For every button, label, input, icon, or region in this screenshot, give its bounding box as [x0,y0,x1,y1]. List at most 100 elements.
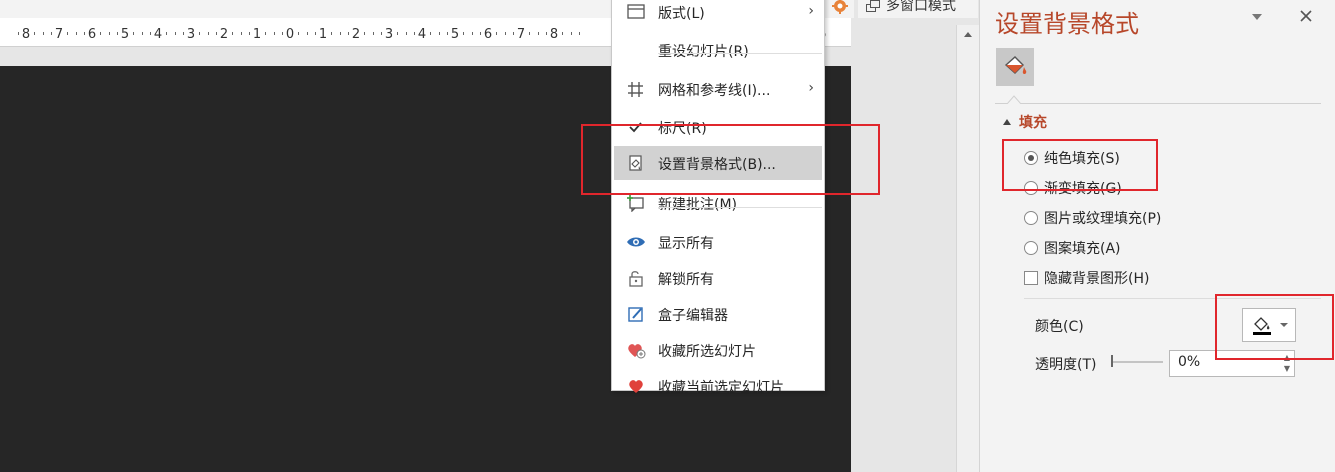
multi-window-mode-button[interactable]: 多窗口模式 [858,0,978,18]
pattern-fill-label: 图案填充(A) [1044,241,1121,257]
context-menu-item-label: 收藏当前选定幻灯片 [658,380,784,396]
ruler-number: 2 [351,27,361,42]
ruler-tick [141,32,143,35]
ruler-tick [380,32,382,35]
ruler-tick [207,32,209,35]
context-menu-item-label: 收藏所选幻灯片 [658,344,756,360]
ruler-tick [496,32,498,35]
context-menu-item[interactable]: 解锁所有 [612,261,824,295]
menu-separator [658,53,822,54]
ruler-tick [199,32,201,35]
ruler-tick [133,32,135,35]
ruler-tick [215,32,217,35]
ruler-tick [174,32,176,35]
ruler-tick [34,32,36,35]
scroll-up-arrow-icon[interactable] [961,27,975,41]
ruler-number: 3 [384,27,394,42]
context-menu-item[interactable]: 收藏当前选定幻灯片 [612,369,824,403]
pane-options-chevron-down-icon[interactable] [1250,12,1264,22]
ruler-tick [314,32,316,35]
menu-separator [658,207,822,208]
close-icon[interactable] [1299,9,1313,23]
edit-icon [628,307,643,322]
ruler-number: 8 [21,27,31,42]
eye-icon [627,237,645,247]
pattern-fill-radio[interactable] [1024,241,1038,255]
context-menu-item[interactable]: 收藏所选幻灯片 [612,333,824,367]
context-menu-item-label: 新建批注(M) [658,197,738,213]
transparency-slider-handle[interactable] [1111,355,1113,367]
heart-icon [629,380,643,393]
ruler-tick [405,32,407,35]
context-menu-item[interactable]: 盒子编辑器 [612,297,824,331]
context-menu-item-label: 重设幻灯片(R) [658,44,749,60]
ruler-number: 7 [516,27,526,42]
ruler-tick [339,32,341,35]
ruler-number: 1 [252,27,262,42]
picture-texture-fill-label: 图片或纹理填充(P) [1044,211,1162,227]
ruler-number: 7 [54,27,64,42]
windows-icon [866,0,880,12]
ruler-tick [347,32,349,35]
tab-divider [995,103,1321,104]
ruler-number: 6 [483,27,493,42]
ruler-tick [166,32,168,35]
ruler-number: 4 [153,27,163,42]
ruler-tick [504,32,506,35]
gear-icon [832,0,848,14]
ruler-tick [281,32,283,35]
ruler-tick [149,32,151,35]
ruler-tick [537,32,539,35]
pane-title: 设置背景格式 [995,10,1139,38]
ruler-tick [248,32,250,35]
context-menu-item[interactable]: 重设幻灯片(R) [612,33,824,67]
ruler-tick [438,32,440,35]
heart-add-icon [628,344,646,359]
ruler-tick [240,32,242,35]
ruler-number: 2 [219,27,229,42]
transparency-slider[interactable] [1111,361,1163,363]
vertical-scrollbar[interactable] [956,25,979,472]
multi-window-mode-label: 多窗口模式 [886,0,956,14]
ruler-tick [578,32,580,35]
ruler-tick [562,32,564,35]
settings-button[interactable] [826,0,854,18]
fill-section-label: 填充 [1019,115,1047,131]
ruler-tick [108,32,110,35]
grid-icon [628,82,643,97]
ruler-tick [116,32,118,35]
ruler-tick [372,32,374,35]
ruler-tick [446,32,448,35]
submenu-arrow-icon: › [808,80,814,96]
hide-background-graphics-checkbox[interactable] [1024,271,1038,285]
ruler-tick [75,32,77,35]
picture-texture-fill-radio[interactable] [1024,211,1038,225]
ruler-tick [545,32,547,35]
context-menu-item-label: 盒子编辑器 [658,308,728,324]
context-menu-item[interactable]: 显示所有 [612,225,824,259]
ruler-tick [570,32,572,35]
ruler-number: 5 [450,27,460,42]
ruler-tick [42,32,44,35]
ruler-number: 6 [87,27,97,42]
ruler-tick [265,32,267,35]
ruler-number: 0 [285,27,295,42]
ruler-tick [331,32,333,35]
ruler-tick [306,32,308,35]
transparency-label: 透明度(T) [1035,357,1097,373]
ruler-tick [273,32,275,35]
fill-line-tab[interactable] [996,48,1034,86]
annotation-box-color-button [1215,294,1334,360]
color-label: 颜色(C) [1035,319,1084,335]
context-menu-item[interactable]: 版式(L) › [612,0,824,29]
context-menu-item[interactable]: 网格和参考线(I)... › [612,72,824,106]
ruler-number: 4 [417,27,427,42]
ruler-tick [100,32,102,35]
fill-section-header[interactable]: 填充 [1003,112,1047,132]
layout-icon [627,4,645,19]
context-menu: 版式(L) › 重设幻灯片(R) 网格和参考线(I)... › 标尺(R) 设置背景格式(B… [611,0,825,396]
ruler-tick [17,32,19,35]
ruler-tick [529,32,531,35]
ruler-tick [50,32,52,35]
ruler-tick [397,32,399,35]
